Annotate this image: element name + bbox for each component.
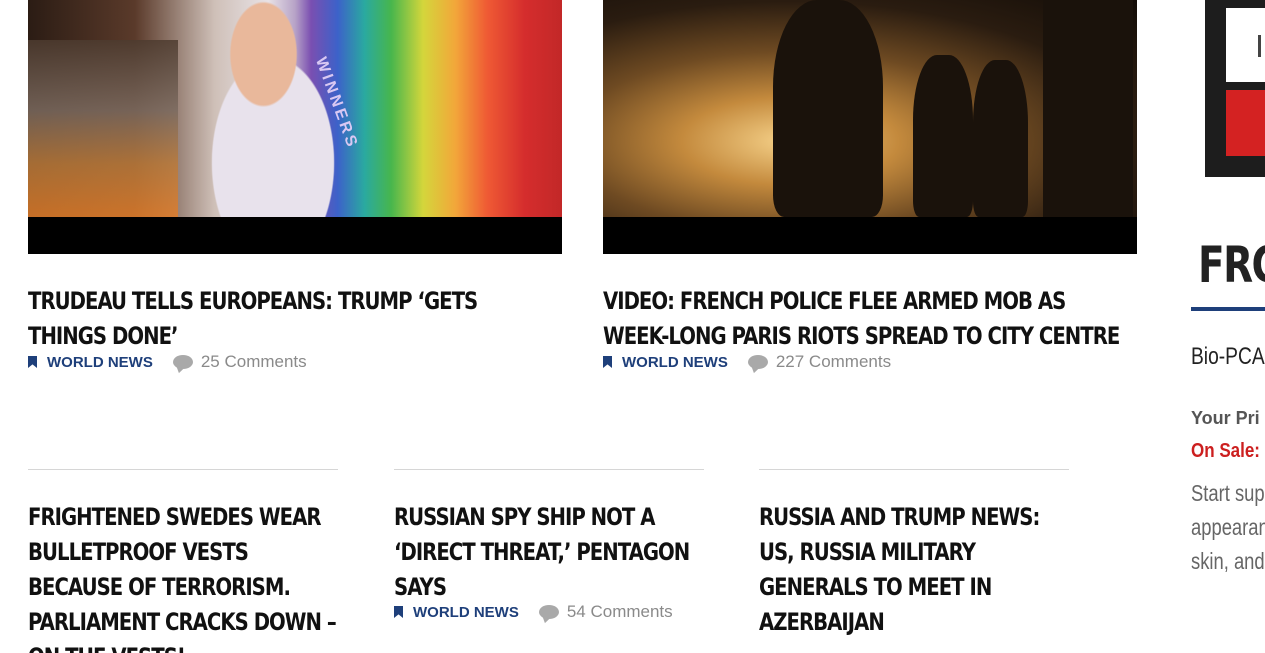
article-title[interactable]: VIDEO: FRENCH POLICE FLEE ARMED MOB AS W… (603, 284, 1128, 354)
bookmark-icon (28, 356, 37, 368)
category-link[interactable]: WORLD NEWS (394, 604, 519, 621)
image-caption-bar (28, 217, 562, 254)
comments-link[interactable]: 54 Comments (538, 602, 673, 622)
page: WINNERS TRUDEAU TELLS EUROPEANS: TRUMP ‘… (0, 0, 1265, 653)
input-cursor (1258, 35, 1261, 57)
bookmark-icon (603, 356, 612, 368)
bookmark-icon (394, 606, 403, 618)
image-silhouette (973, 60, 1028, 217)
comments-count: 54 Comments (566, 602, 673, 621)
category-label: WORLD NEWS (413, 603, 519, 621)
description-line: appearan (1191, 514, 1265, 540)
comments-link[interactable]: 25 Comments (172, 352, 307, 372)
featured-article: VIDEO: FRENCH POLICE FLEE ARMED MOB AS W… (603, 0, 1243, 372)
comments-count: 25 Comments (200, 352, 307, 371)
newsletter-submit-button[interactable] (1226, 90, 1265, 156)
image-caption-bar (603, 217, 1137, 254)
category-label: WORLD NEWS (622, 353, 728, 371)
image-crowd (28, 40, 178, 217)
article-title[interactable]: FRIGHTENED SWEDES WEAR BULLETPROOF VESTS… (28, 500, 340, 653)
article-meta: WORLD NEWS 54 Comments (394, 602, 704, 622)
article-card: RUSSIA AND TRUMP NEWS: US, RUSSIA MILITA… (759, 469, 1069, 640)
description-line: skin, and (1191, 548, 1265, 574)
divider (28, 469, 338, 470)
article-meta: WORLD NEWS 227 Comments (603, 352, 1243, 372)
product-tagline: Your Pri (1191, 408, 1260, 428)
article-card: FRIGHTENED SWEDES WEAR BULLETPROOF VESTS… (28, 469, 338, 653)
comment-icon (747, 355, 768, 369)
comment-icon (538, 605, 559, 619)
comments-count: 227 Comments (775, 352, 892, 371)
divider (759, 469, 1069, 470)
article-meta: WORLD NEWS 25 Comments (28, 352, 668, 372)
article-card: RUSSIAN SPY SHIP NOT A ‘DIRECT THREAT,’ … (394, 469, 704, 622)
image-silhouette (913, 55, 973, 217)
image-silhouette (1043, 0, 1133, 217)
divider (394, 469, 704, 470)
sale-label: On Sale: (1191, 440, 1260, 462)
article-title[interactable]: TRUDEAU TELLS EUROPEANS: TRUMP ‘GETS THI… (28, 284, 553, 354)
category-label: WORLD NEWS (47, 353, 153, 371)
category-link[interactable]: WORLD NEWS (28, 354, 153, 371)
sidebar: FRC Bio-PCA Your Pri On Sale: Start sup … (1191, 0, 1265, 653)
category-link[interactable]: WORLD NEWS (603, 354, 728, 371)
article-image[interactable]: WINNERS (28, 0, 562, 217)
section-underline (1191, 307, 1265, 311)
featured-article: WINNERS TRUDEAU TELLS EUROPEANS: TRUMP ‘… (28, 0, 668, 372)
image-silhouette (773, 0, 883, 217)
description-line: Start sup (1191, 480, 1265, 506)
comment-icon (172, 355, 193, 369)
comments-link[interactable]: 227 Comments (747, 352, 892, 372)
product-name[interactable]: Bio-PCA (1191, 343, 1265, 371)
sidebar-section-title: FRC (1198, 236, 1265, 294)
article-image[interactable] (603, 0, 1137, 217)
article-title[interactable]: RUSSIA AND TRUMP NEWS: US, RUSSIA MILITA… (759, 500, 1071, 640)
product-description: Start sup appearan skin, and (1191, 476, 1265, 578)
article-title[interactable]: RUSSIAN SPY SHIP NOT A ‘DIRECT THREAT,’ … (394, 500, 706, 605)
